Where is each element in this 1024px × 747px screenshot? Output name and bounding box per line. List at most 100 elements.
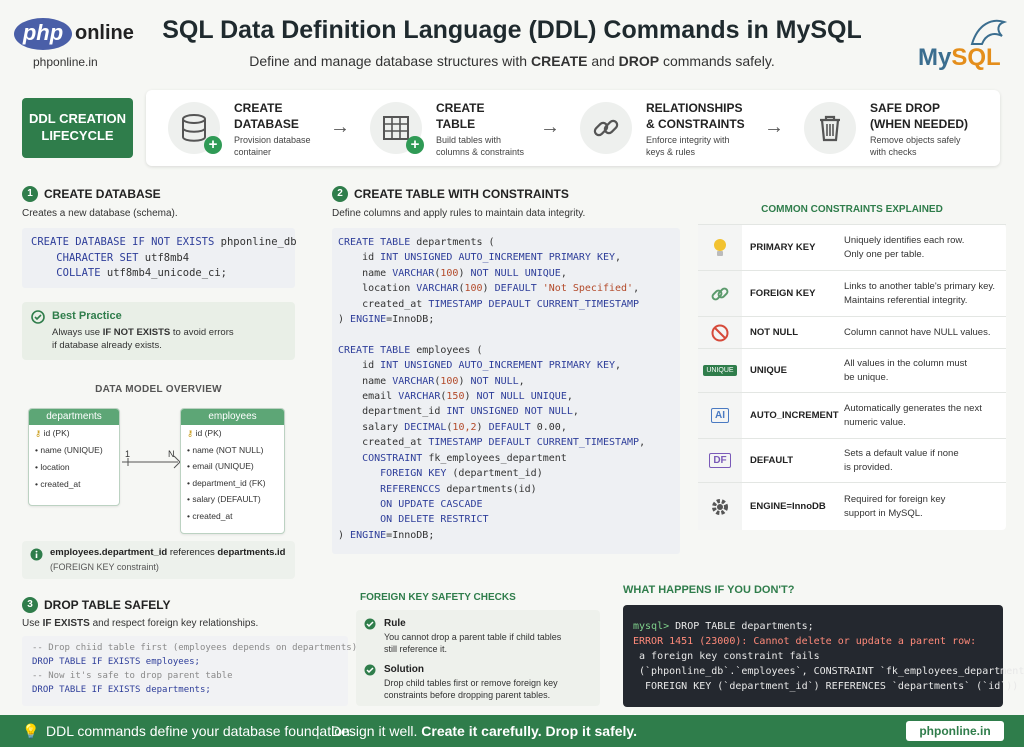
constraint-row: PRIMARY KEY Uniquely identifies each row.… [698, 224, 1006, 270]
terminal-command: DROP TABLE departments; [675, 621, 814, 632]
table-row: • email (UNIQUE) [187, 461, 254, 471]
footer-site-badge[interactable]: phponline.in [906, 721, 1004, 741]
footer-bar: 💡 DDL commands define your database foun… [0, 715, 1024, 747]
desc-kw: IF EXISTS [42, 618, 90, 629]
check-circle-icon [364, 664, 376, 676]
constraint-desc: Automatically generates the next numeric … [844, 402, 982, 430]
lifecycle-step-title: CREATE TABLE [436, 100, 484, 132]
create-database-code: CREATE DATABASE IF NOT EXISTS phponline_… [22, 228, 297, 288]
step-desc-1: Provision database [234, 135, 311, 145]
note-bold2: departments.id [217, 547, 286, 558]
mysql-my: My [918, 44, 952, 71]
constraint-name: ENGINE=InnoDB [750, 501, 826, 512]
bp-line2: if database already exists. [52, 340, 162, 351]
section-desc: Define columns and apply rules to mainta… [332, 208, 586, 219]
desc-line: Sets a default value if none [844, 448, 959, 459]
best-practice-title: Best Practice [52, 310, 122, 322]
table-row: • name (NOT NULL) [187, 444, 264, 455]
constraint-name: UNIQUE [750, 365, 787, 376]
rule-1: You cannot drop a parent table if child … [384, 632, 562, 642]
desc-line: Only one per table. [844, 249, 925, 260]
step-title-2: TABLE [436, 117, 476, 131]
footer-text1: DDL commands define your database founda… [46, 723, 354, 739]
section-desc: Use IF EXISTS and respect foreign key re… [22, 618, 258, 629]
desc-line: Uniquely identifies each row. [844, 235, 965, 246]
desc-line: Automatically generates the next [844, 403, 982, 414]
lifecycle-steps: + CREATE DATABASE Provision database conta… [146, 90, 1000, 166]
code-line: name VARCHAR(100) NOT NULL UNIQUE, [338, 267, 567, 279]
terminal-line: a foreign key constraint fails [633, 651, 820, 662]
db-name: phponline_db [220, 236, 297, 248]
footer-text3: Create it carefully. Drop it safely. [421, 723, 638, 739]
note-line2: (FOREIGN KEY constraint) [50, 562, 159, 572]
what-happens-title: WHAT HAPPENS IF YOU DON'T? [623, 584, 795, 596]
table-row: ⚷ id (PK) [35, 428, 70, 438]
check-circle-icon [364, 618, 376, 630]
badge-text: AI [711, 408, 729, 423]
footer-text2-wrap: Design it well. Create it carefully. Dro… [331, 715, 637, 747]
row-text: id (PK) [43, 428, 70, 438]
section-title: CREATE DATABASE [44, 187, 161, 201]
section-create-table-header: 2 CREATE TABLE WITH CONSTRAINTS [332, 186, 569, 202]
desc-line: Column cannot have NULL values. [844, 327, 991, 338]
best-practice-text: Always use IF NOT EXISTS to avoid errors… [52, 326, 234, 352]
step-title-2: & CONSTRAINTS [646, 117, 745, 131]
code-line: email VARCHAR(150) NOT NULL UNIQUE, [338, 391, 573, 403]
data-model-title: DATA MODEL OVERVIEW [95, 384, 222, 395]
row-text: id (PK) [195, 428, 222, 438]
constraint-desc: Column cannot have NULL values. [844, 326, 990, 340]
code-comment: -- Drop chiid table first (employees dep… [32, 643, 358, 653]
code-line: CREATE TABLE departments ( [338, 237, 495, 248]
row-text: email (UNIQUE) [192, 461, 254, 471]
lightbulb-icon: 💡 [22, 723, 40, 739]
step-desc-1: Remove objects safely [870, 135, 961, 145]
code-line: REFERENCCS departments(id) [380, 483, 537, 495]
info-icon [30, 548, 43, 561]
code-line: DROP TABLE IF EXISTS employees; [32, 657, 200, 667]
cardinality-one: 1 [125, 449, 131, 459]
database-icon: + [168, 102, 222, 154]
table-icon: + [370, 102, 424, 154]
lifecycle-step-desc: Enforce integrity with keys & rules [646, 134, 730, 158]
subtitle-post: commands safely. [659, 53, 775, 69]
step-title-2: (WHEN NEEDED) [870, 117, 968, 131]
plus-icon: + [204, 136, 222, 154]
desc-line: be unique. [844, 372, 889, 383]
code-line: id INT UNSIGNED AUTO_INCREMENT PRIMARY K… [338, 252, 622, 264]
fk-checks-box: Rule You cannot drop a parent table if c… [356, 610, 600, 706]
code-line: ON DELETE RESTRICT [380, 514, 489, 526]
bp-title: Best Practice [52, 310, 122, 322]
subtitle-create: CREATE [530, 53, 588, 69]
step-desc-2: with checks [870, 147, 917, 157]
code-line: CHARACTER SET utf8mb4 [56, 251, 190, 264]
trash-icon [804, 102, 856, 154]
section-create-database-header: 1 CREATE DATABASE [22, 186, 161, 202]
code-line: ) ENGINE=InnoDB; [338, 314, 435, 326]
code-line: salary DECIMAL(10,2) DEFAULT 0.00, [338, 421, 567, 433]
desc-line: All values in the column must [844, 358, 968, 369]
step-desc-1: Enforce integrity with [646, 135, 730, 145]
code-line: created_at TIMESTAMP DEFAULT CURRENT_TIM… [338, 437, 646, 449]
section-title: CREATE TABLE WITH CONSTRAINTS [354, 187, 569, 201]
constraint-row: UNIQUE UNIQUE All values in the column mus… [698, 348, 1006, 392]
section-desc: Creates a new database (schema). [22, 208, 178, 219]
lifecycle-badge: DDL CREATION LIFECYCLE [22, 98, 133, 158]
check-circle-icon [31, 310, 45, 324]
page-subtitle: Define and manage database structures wi… [0, 53, 1024, 69]
step-desc-2: keys & rules [646, 147, 696, 157]
step-desc-1: Build tables with [436, 135, 502, 145]
arrow-right-icon: → [540, 116, 560, 138]
footer-separator: | [316, 723, 320, 739]
code-line: CREATE DATABASE IF NOT EXISTS phponline_… [31, 236, 297, 248]
step-desc-2: columns & constraints [436, 147, 525, 157]
constraint-name: DEFAULT [750, 455, 794, 466]
constraint-row: DF DEFAULT Sets a default value if none is … [698, 438, 1006, 482]
step-title-1: SAFE DROP [870, 101, 941, 115]
code-line: name VARCHAR(100) NOT NULL, [338, 375, 525, 387]
table-row: • department_id (FK) [187, 477, 266, 488]
step-title-1: RELATIONSHIPS [646, 101, 743, 115]
rule-text: You cannot drop a parent table if child … [384, 631, 561, 655]
lifecycle-badge-line2: LIFECYCLE [41, 128, 114, 143]
terminal-line: (`phponline_db`.`employees`, CONSTRAINT … [633, 666, 1024, 677]
